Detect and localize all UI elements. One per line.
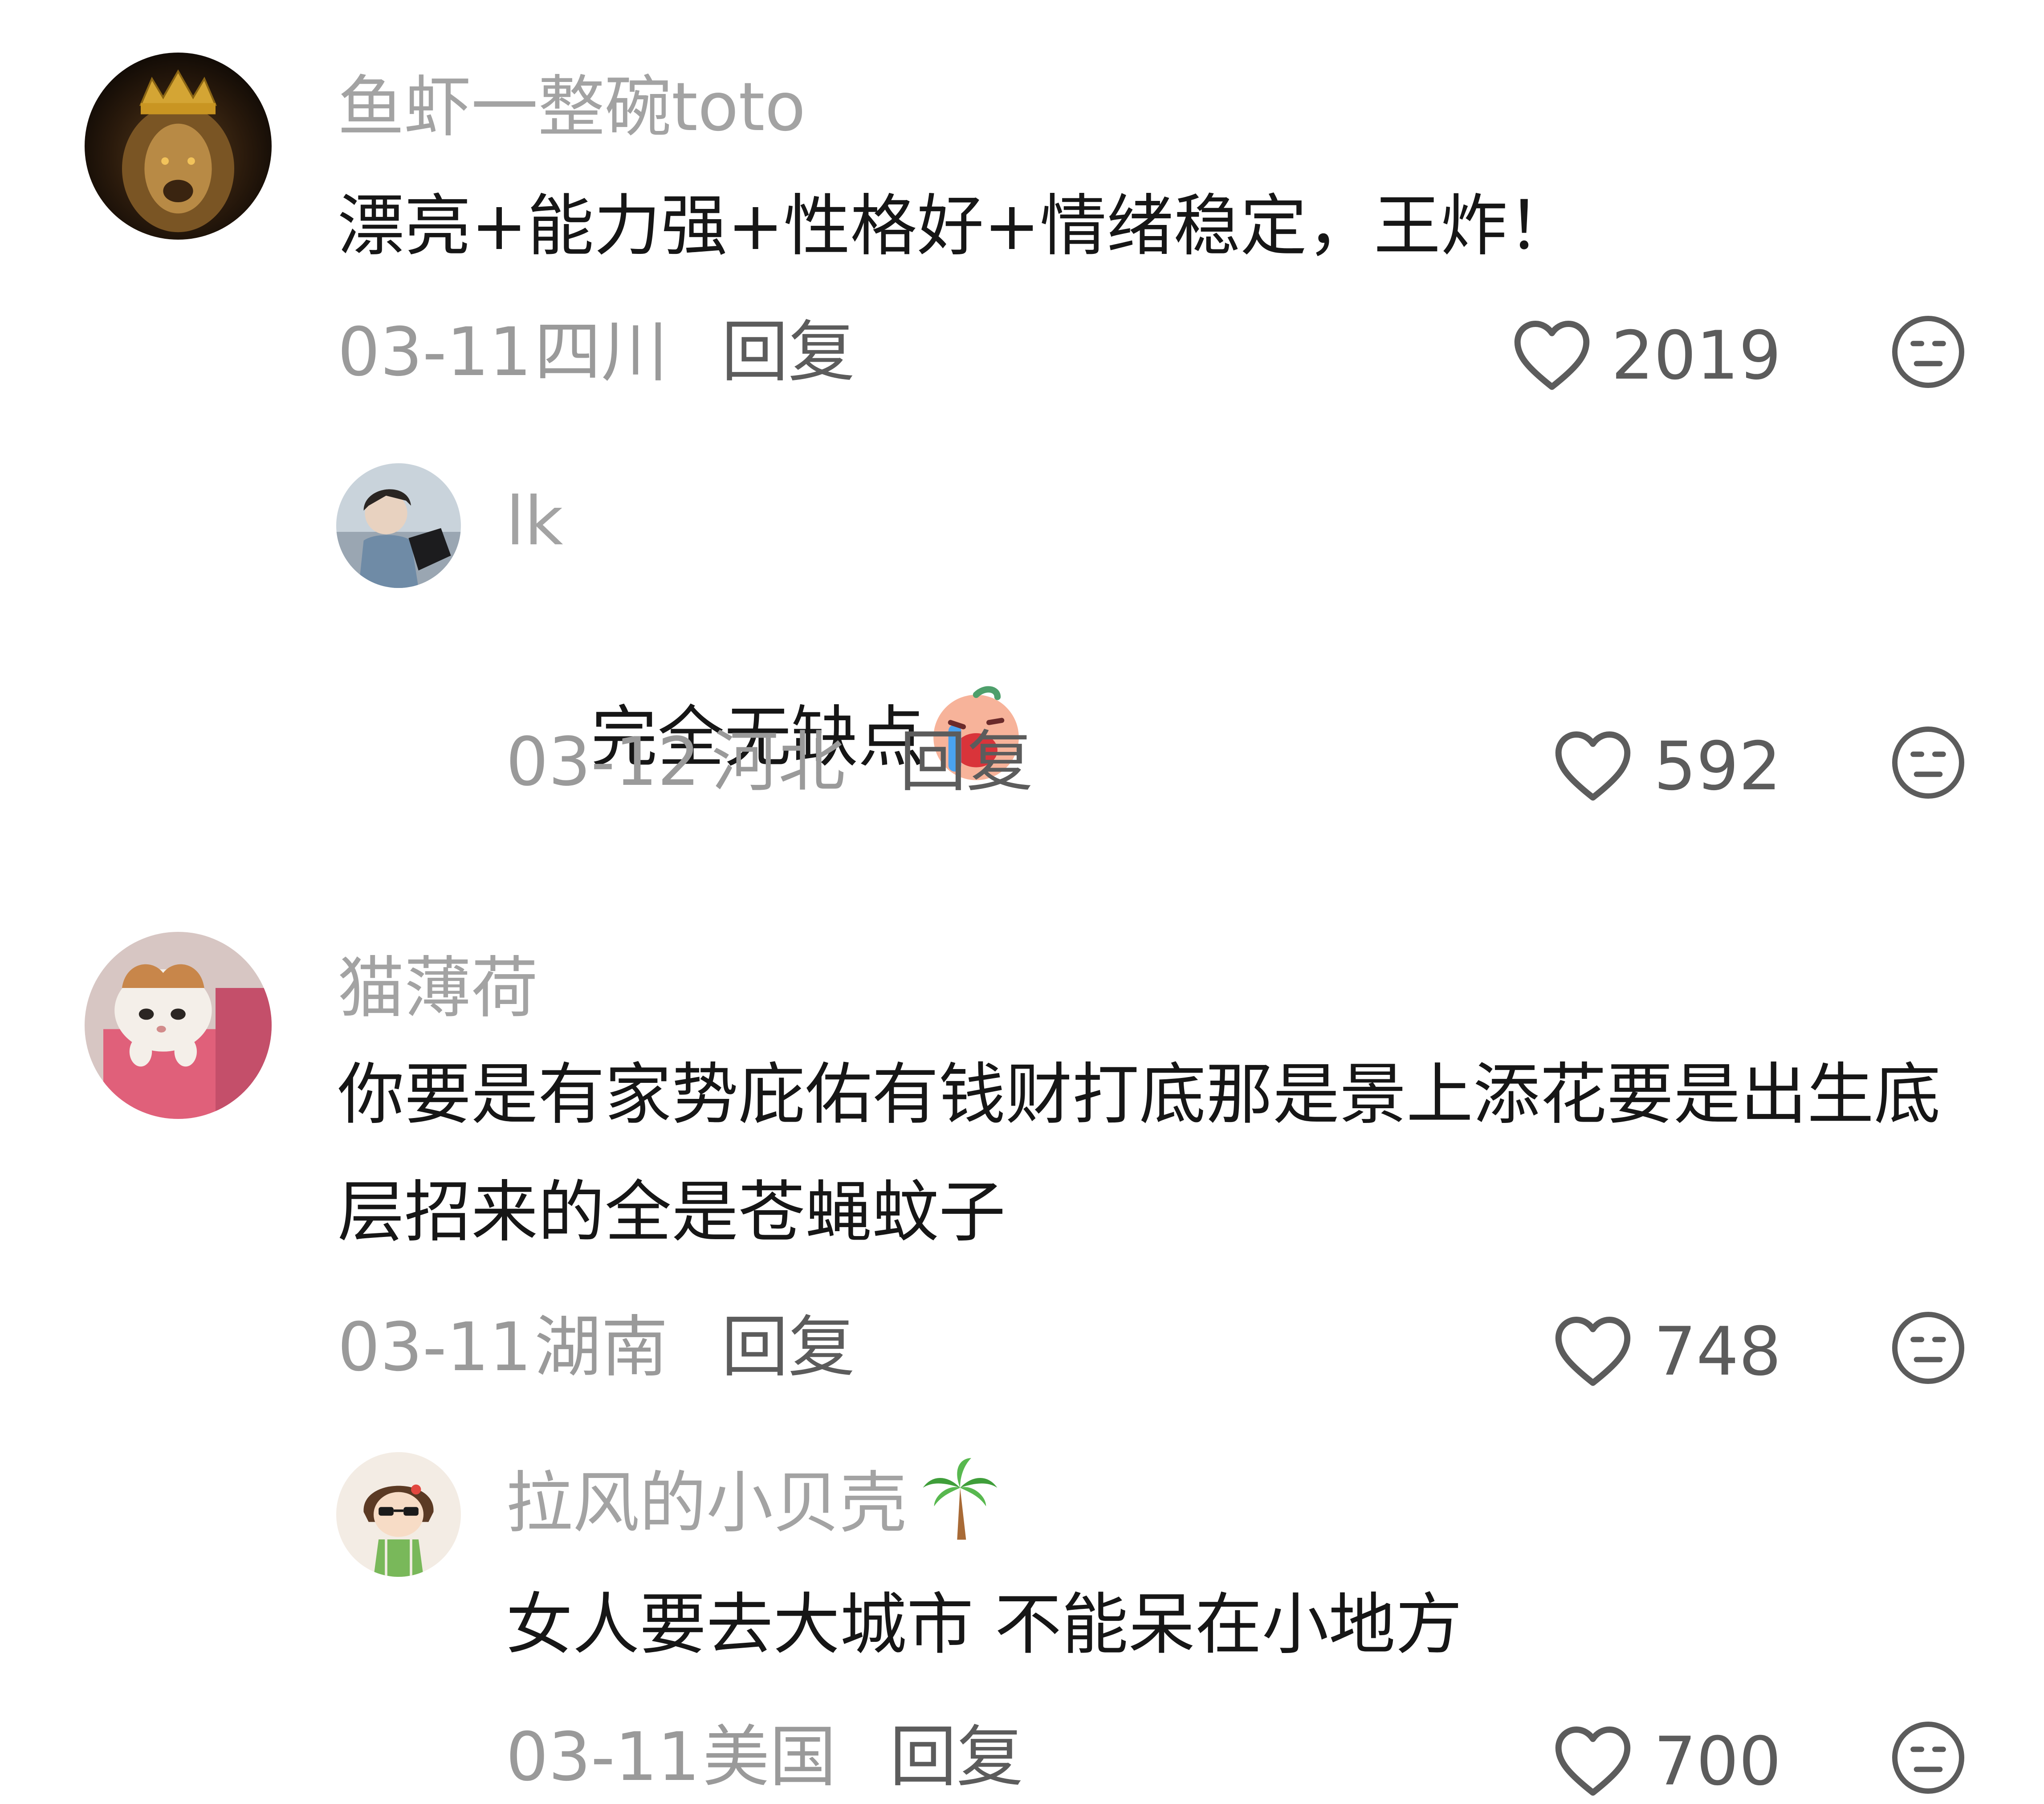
like-count: 592 xyxy=(1653,728,1781,805)
comment-date: 03-11 xyxy=(506,1718,700,1796)
username[interactable]: 鱼虾一整碗toto xyxy=(338,74,806,141)
like-count: 748 xyxy=(1653,1313,1781,1391)
neutral-face-icon[interactable] xyxy=(1888,1718,1968,1798)
username[interactable]: lk xyxy=(506,488,563,555)
reply-item: lk 完全无缺点 03-12 河北 回复 592 xyxy=(0,428,2044,873)
reply-button[interactable]: 回复 xyxy=(721,1314,855,1381)
neutral-face-icon[interactable] xyxy=(1888,1308,1968,1388)
reply-item: 拉风的小贝壳 女人要去大城市 不能呆在小地方 03-11 美国 回复 700 xyxy=(0,1399,2044,1804)
reply-button[interactable]: 回复 xyxy=(900,729,1033,796)
comment-text: 漂亮+能力强+性格好+情绪稳定，王炸！ xyxy=(338,188,1575,265)
reply-button[interactable]: 回复 xyxy=(721,319,855,386)
comment-date: 03-12 xyxy=(506,723,700,801)
username[interactable]: 猫薄荷 xyxy=(338,955,538,1022)
neutral-face-icon[interactable] xyxy=(1888,722,1968,803)
comment-item: 鱼虾一整碗toto 漂亮+能力强+性格好+情绪稳定，王炸！ 03-11 四川 回… xyxy=(0,0,2044,428)
comment-text: 女人要去大城市 不能呆在小地方 xyxy=(506,1586,1462,1664)
avatar[interactable] xyxy=(85,53,272,240)
person-avatar-image xyxy=(336,463,461,588)
avatar[interactable] xyxy=(336,463,461,588)
lion-avatar-image xyxy=(85,53,272,240)
reply-button[interactable]: 回复 xyxy=(890,1724,1023,1791)
comment-date: 03-11 xyxy=(338,1309,532,1386)
heart-outline-icon[interactable] xyxy=(1510,316,1594,392)
comment-date: 03-11 xyxy=(338,314,532,391)
username[interactable]: 拉风的小贝壳 xyxy=(506,1458,1005,1543)
comment-location: 湖南 xyxy=(534,1309,668,1386)
cartoon-girl-avatar-image xyxy=(336,1452,461,1577)
username-text: 拉风的小贝壳 xyxy=(506,1465,907,1542)
avatar[interactable] xyxy=(85,932,272,1119)
comment-location: 美国 xyxy=(703,1718,837,1796)
like-count: 2019 xyxy=(1611,317,1781,395)
palm-tree-emoji xyxy=(923,1458,998,1540)
neutral-face-icon[interactable] xyxy=(1888,312,1968,392)
cat-avatar-image xyxy=(85,932,272,1119)
comment-text: 你要是有家势庇佑有钱财打底那是景上添花要是出生底层招来的全是苍蝇蚊子 xyxy=(338,1056,1941,1251)
like-count: 700 xyxy=(1653,1723,1781,1800)
avatar[interactable] xyxy=(336,1452,461,1577)
comment-item: 猫薄荷 你要是有家势庇佑有钱财打底那是景上添花要是出生底层招来的全是苍蝇蚊子 0… xyxy=(0,873,2044,1399)
comment-location: 河北 xyxy=(712,723,846,801)
comment-location: 四川 xyxy=(534,314,668,391)
